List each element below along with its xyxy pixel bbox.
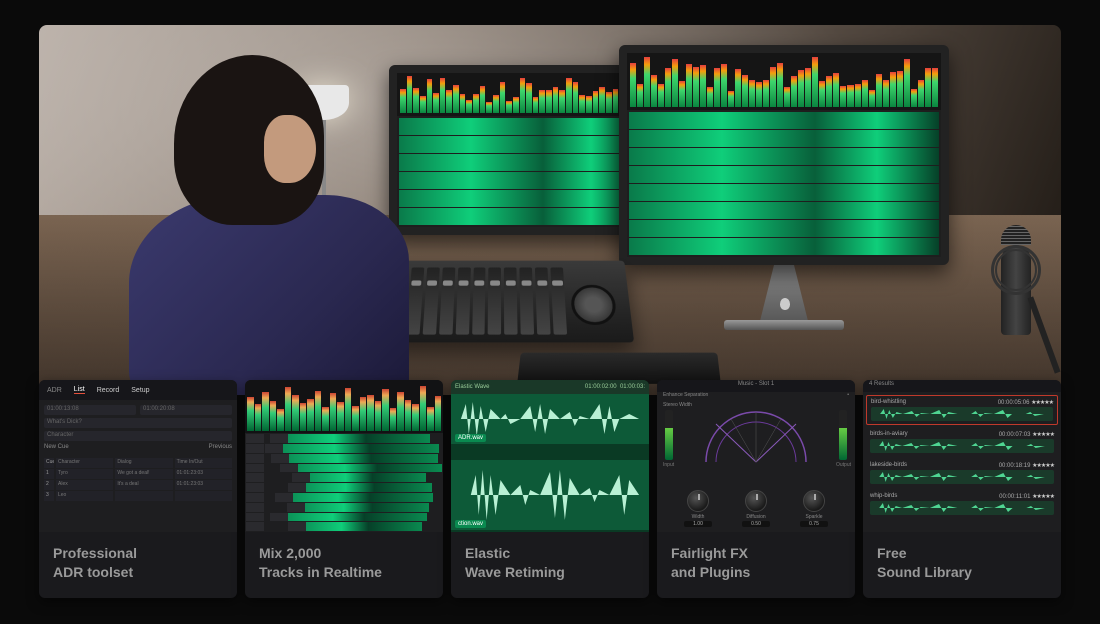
adr-th-cue: Cue	[44, 458, 54, 468]
card-title: ElasticWave Retiming	[451, 532, 649, 598]
card-fairlight-fx[interactable]: Music - Slot 1 Enhance Separation • Ster…	[657, 380, 855, 598]
input-label: Input	[663, 462, 674, 468]
table-cell: 3	[44, 491, 54, 501]
adr-dialog: What's Dick?	[44, 418, 232, 428]
knob-sparkle: Sparkle0.75	[800, 490, 828, 527]
elastic-tc2: 01:00:03:	[620, 384, 645, 390]
input-meter	[665, 410, 673, 460]
card-title: ProfessionalADR toolset	[39, 532, 237, 598]
adr-tab-setup: Setup	[131, 387, 149, 394]
fx-sub1: Enhance Separation	[663, 392, 708, 402]
card-elastic-wave[interactable]: Elastic Wave 01:00:02:00 01:00:03: ADR.w…	[451, 380, 649, 598]
adr-thumbnail: ADR List Record Setup 01:00:13:08 01:00:…	[39, 380, 237, 532]
table-cell: 2	[44, 480, 54, 490]
table-cell	[175, 491, 232, 501]
knob-diffusion: Diffusion0.50	[742, 490, 770, 527]
right-monitor-imac	[619, 45, 949, 265]
person-at-desk	[79, 45, 379, 395]
card-title: Fairlight FXand Plugins	[657, 532, 855, 598]
adr-th-dialog: Dialog	[115, 458, 172, 468]
fx-thumbnail: Music - Slot 1 Enhance Separation • Ster…	[657, 380, 855, 532]
list-item: bird-whistling00:00:05:06 ★★★★★	[866, 395, 1058, 425]
card-mix[interactable]: Mix 2,000Tracks in Realtime	[245, 380, 443, 598]
output-label: Output	[836, 462, 851, 468]
elastic-file1: ADR.wav	[455, 434, 486, 442]
card-sound-library[interactable]: 4 Results bird-whistling00:00:05:06 ★★★★…	[863, 380, 1061, 598]
adr-tc-in: 01:00:13:08	[44, 405, 136, 415]
list-item: lakeside-birds00:00:18:19 ★★★★★	[866, 459, 1058, 487]
table-cell: Alex	[56, 480, 113, 490]
output-meter	[839, 410, 847, 460]
apple-logo-icon	[780, 298, 790, 310]
table-cell: 01:01:23:03	[175, 469, 232, 479]
table-cell: Leo	[56, 491, 113, 501]
table-cell: 01:01:23:03	[175, 480, 232, 490]
elastic-thumbnail: Elastic Wave 01:00:02:00 01:00:03: ADR.w…	[451, 380, 649, 532]
elastic-label: Elastic Wave	[455, 384, 489, 390]
jog-wheel-icon	[570, 285, 618, 325]
knob-width: Width1.00	[684, 490, 712, 527]
adr-tc-out: 01:00:20:08	[140, 405, 232, 415]
elastic-tc1: 01:00:02:00	[585, 384, 617, 390]
elastic-file2: ction.wav	[455, 520, 486, 528]
table-cell: It's a deal	[115, 480, 172, 490]
feature-cards-row: ADR List Record Setup 01:00:13:08 01:00:…	[39, 380, 1061, 598]
adr-character-field: Character	[44, 431, 232, 441]
card-adr[interactable]: ADR List Record Setup 01:00:13:08 01:00:…	[39, 380, 237, 598]
adr-th-char: Character	[56, 458, 113, 468]
table-cell: We got a deal!	[115, 469, 172, 479]
list-item: whip-birds00:00:11:01 ★★★★★	[866, 490, 1058, 518]
stereo-arc-icon	[696, 404, 816, 464]
list-item: birds-in-aviary00:00:07:03 ★★★★★	[866, 428, 1058, 456]
imac-foot	[724, 320, 844, 330]
hero-studio-photo	[39, 25, 1061, 395]
adr-prev: Previous	[209, 444, 232, 450]
table-cell	[115, 491, 172, 501]
studio-microphone	[1001, 225, 1031, 335]
fx-title: Music - Slot 1	[657, 380, 855, 392]
mix-thumbnail	[245, 380, 443, 532]
adr-tab-record: Record	[97, 387, 120, 394]
soundlib-header: 4 Results	[863, 380, 1061, 392]
table-cell: 1	[44, 469, 54, 479]
adr-tab-list: List	[74, 386, 85, 394]
card-title: Mix 2,000Tracks in Realtime	[245, 532, 443, 598]
adr-new-cue: New Cue	[44, 444, 69, 450]
soundlib-thumbnail: 4 Results bird-whistling00:00:05:06 ★★★★…	[863, 380, 1061, 532]
adr-panel-title: ADR	[47, 387, 62, 394]
adr-th-time: Time In/Out	[175, 458, 232, 468]
card-title: FreeSound Library	[863, 532, 1061, 598]
left-monitor	[389, 65, 649, 235]
table-cell: Tyro	[56, 469, 113, 479]
